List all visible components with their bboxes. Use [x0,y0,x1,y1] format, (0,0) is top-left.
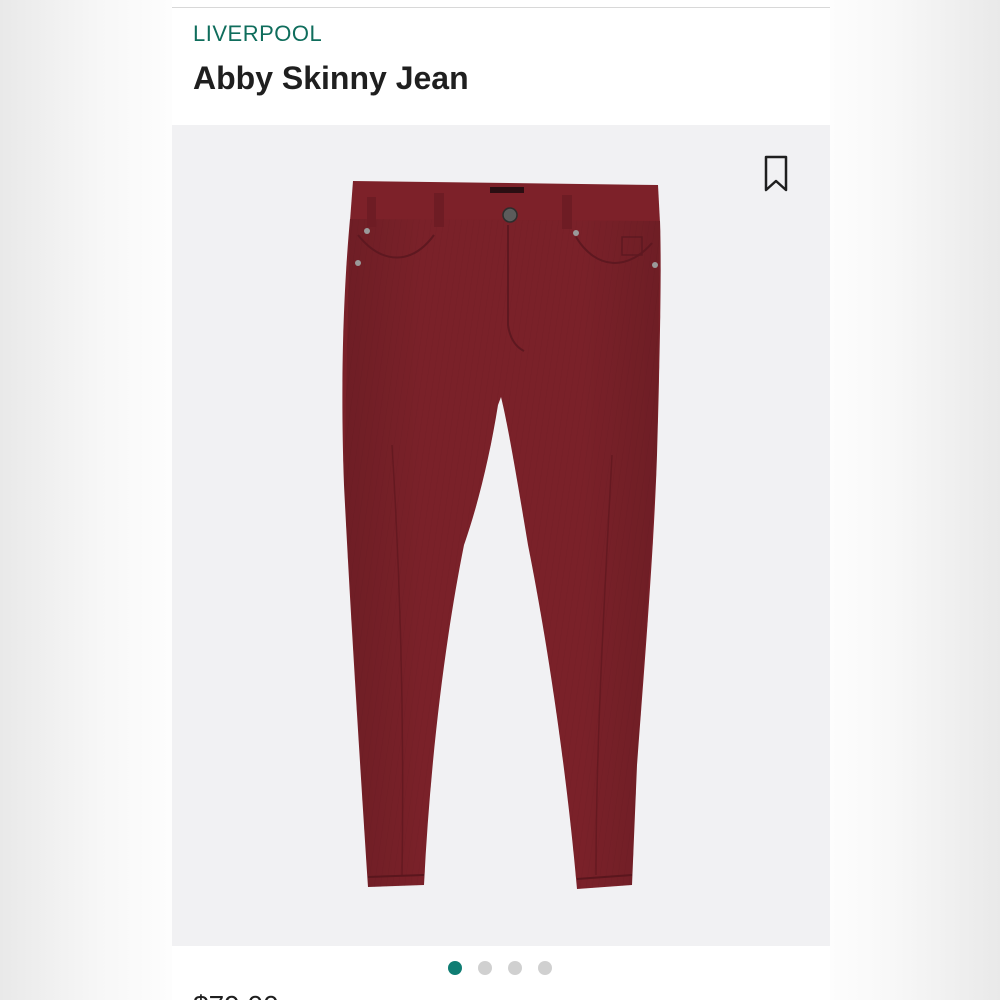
gallery-dot[interactable] [448,961,462,975]
jeans-image [342,181,661,889]
bookmark-icon[interactable] [761,154,791,194]
product-title: Abby Skinny Jean [193,60,469,96]
product-card: LIVERPOOL Abby Skinny Jean [172,0,830,1000]
divider [172,7,830,8]
product-image[interactable] [172,125,830,946]
brand-name[interactable]: LIVERPOOL [193,21,322,47]
product-price: $79.00 [193,990,279,1000]
gallery-dot[interactable] [478,961,492,975]
gallery-pagination [448,961,552,975]
gallery-dot[interactable] [508,961,522,975]
gallery-dot[interactable] [538,961,552,975]
